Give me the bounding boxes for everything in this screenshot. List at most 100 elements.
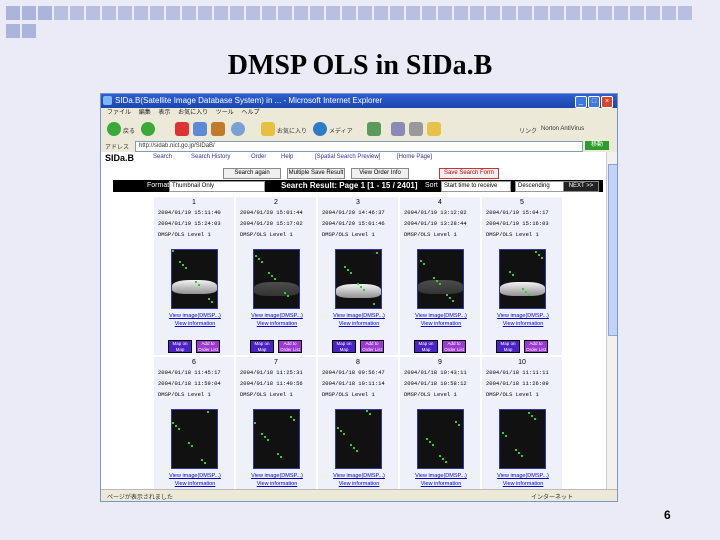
add-to-order-button[interactable]: Add to Order List xyxy=(442,340,466,353)
view-information-link[interactable]: View information xyxy=(160,321,230,327)
decorative-square xyxy=(406,6,420,20)
favorites-label[interactable]: お気に入り xyxy=(277,126,307,135)
maximize-button[interactable]: □ xyxy=(588,96,600,108)
view-image-link[interactable]: View image(DMSP...) xyxy=(160,313,230,319)
thumbnail-light-dot xyxy=(528,412,530,414)
result-thumbnail[interactable] xyxy=(171,249,218,309)
decorative-square xyxy=(6,24,20,38)
scroll-thumb[interactable] xyxy=(608,164,617,336)
result-cell: 3 2004/01/20 14:46:37 2004/01/20 15:01:46 D… xyxy=(317,196,399,356)
back-label[interactable]: 戻る xyxy=(123,126,135,135)
view-information-link[interactable]: View information xyxy=(324,481,394,487)
view-information-link[interactable]: View information xyxy=(160,481,230,487)
map-on-map-button[interactable]: Map on Map xyxy=(414,340,438,353)
sort-select[interactable]: Start time to receive xyxy=(441,181,511,192)
format-select[interactable]: Thumbnail Only xyxy=(169,181,265,192)
go-button[interactable]: 移動 xyxy=(585,141,609,150)
favorites-icon[interactable] xyxy=(261,122,275,136)
address-input[interactable]: http://sidab.nict.go.jp/SIDaB/ xyxy=(135,141,583,152)
order-select[interactable]: Descending xyxy=(515,181,567,192)
menu-edit[interactable]: 編集 xyxy=(139,110,151,116)
result-sensor: DMSP/OLS Level 1 xyxy=(322,231,375,238)
view-information-link[interactable]: View information xyxy=(406,481,476,487)
result-thumbnail[interactable] xyxy=(253,249,300,309)
links-label[interactable]: リンク xyxy=(519,126,537,135)
add-to-order-button[interactable]: Add to Order List xyxy=(524,340,548,353)
search-icon[interactable] xyxy=(231,122,245,136)
print-icon[interactable] xyxy=(409,122,423,136)
result-thumbnail[interactable] xyxy=(417,249,464,309)
nav-help[interactable]: Help xyxy=(281,154,293,160)
view-information-link[interactable]: View information xyxy=(242,321,312,327)
minimize-button[interactable]: _ xyxy=(575,96,587,108)
media-label[interactable]: メディア xyxy=(329,126,353,135)
view-image-link[interactable]: View image(DMSP...) xyxy=(160,473,230,479)
menu-tools[interactable]: ツール xyxy=(216,110,234,116)
view-information-link[interactable]: View information xyxy=(242,481,312,487)
view-image-link[interactable]: View image(DMSP...) xyxy=(488,473,558,479)
view-information-link[interactable]: View information xyxy=(406,321,476,327)
view-image-link[interactable]: View image(DMSP...) xyxy=(488,313,558,319)
map-on-map-button[interactable]: Map on Map xyxy=(250,340,274,353)
sidab-logo: SIDa.B xyxy=(105,153,135,163)
decorative-square xyxy=(150,6,164,20)
view-image-link[interactable]: View image(DMSP...) xyxy=(324,313,394,319)
close-button[interactable]: × xyxy=(601,96,613,108)
nav-spatial-preview[interactable]: [Spatial Search Preview] xyxy=(315,154,380,160)
map-on-map-button[interactable]: Map on Map xyxy=(168,340,192,353)
nav-home-page[interactable]: [Home Page] xyxy=(397,154,432,160)
stop-icon[interactable] xyxy=(175,122,189,136)
result-thumbnail[interactable] xyxy=(417,409,464,469)
view-image-link[interactable]: View image(DMSP...) xyxy=(324,473,394,479)
view-information-link[interactable]: View information xyxy=(488,321,558,327)
menu-favorites[interactable]: お気に入り xyxy=(178,110,208,116)
refresh-icon[interactable] xyxy=(193,122,207,136)
nav-search[interactable]: Search xyxy=(153,154,172,160)
map-on-map-button[interactable]: Map on Map xyxy=(496,340,520,353)
decorative-square xyxy=(438,6,452,20)
view-image-link[interactable]: View image(DMSP...) xyxy=(242,313,312,319)
result-thumbnail[interactable] xyxy=(499,249,546,309)
thumbnail-light-dot xyxy=(420,260,422,262)
forward-icon[interactable] xyxy=(141,122,155,136)
thumbnail-light-dot xyxy=(426,438,428,440)
result-thumbnail[interactable] xyxy=(499,409,546,469)
ie-icon xyxy=(103,96,112,105)
menu-help[interactable]: ヘルプ xyxy=(241,110,259,116)
result-thumbnail[interactable] xyxy=(253,409,300,469)
sort-label: Sort xyxy=(425,182,438,189)
view-image-link[interactable]: View image(DMSP...) xyxy=(242,473,312,479)
result-thumbnail[interactable] xyxy=(171,409,218,469)
view-image-link[interactable]: View image(DMSP...) xyxy=(406,313,476,319)
map-on-map-button[interactable]: Map on Map xyxy=(332,340,356,353)
add-to-order-button[interactable]: Add to Order List xyxy=(360,340,384,353)
multiple-save-button[interactable]: Multiple Save Result xyxy=(287,168,345,179)
thumbnail-light-dot xyxy=(505,435,507,437)
menu-view[interactable]: 表示 xyxy=(158,110,170,116)
vertical-scrollbar[interactable] xyxy=(606,152,617,489)
back-icon[interactable] xyxy=(107,122,121,136)
result-thumbnail[interactable] xyxy=(335,409,382,469)
view-image-link[interactable]: View image(DMSP...) xyxy=(406,473,476,479)
mail-icon[interactable] xyxy=(391,122,405,136)
search-again-button[interactable]: Search again xyxy=(223,168,281,179)
history-icon[interactable] xyxy=(367,122,381,136)
view-order-button[interactable]: View Order Info xyxy=(351,168,409,179)
save-search-button[interactable]: Save Search Form xyxy=(439,168,499,179)
result-cell: 6 2004/01/18 11:45:17 2004/01/18 11:59:04 D… xyxy=(153,356,235,501)
media-icon[interactable] xyxy=(313,122,327,136)
next-page-button[interactable]: NEXT >> xyxy=(563,181,599,192)
slide-page-number: 6 xyxy=(664,508,671,522)
nav-order[interactable]: Order xyxy=(251,154,266,160)
result-thumbnail[interactable] xyxy=(335,249,382,309)
add-to-order-button[interactable]: Add to Order List xyxy=(278,340,302,353)
add-to-order-button[interactable]: Add to Order List xyxy=(196,340,220,353)
menu-file[interactable]: ファイル xyxy=(107,110,131,116)
thumbnail-light-dot xyxy=(284,292,286,294)
folder-icon[interactable] xyxy=(427,122,441,136)
view-information-link[interactable]: View information xyxy=(488,481,558,487)
norton-label[interactable]: Norton AntiVirus xyxy=(541,126,584,132)
home-icon[interactable] xyxy=(211,122,225,136)
view-information-link[interactable]: View information xyxy=(324,321,394,327)
nav-search-history[interactable]: Search History xyxy=(191,154,230,160)
